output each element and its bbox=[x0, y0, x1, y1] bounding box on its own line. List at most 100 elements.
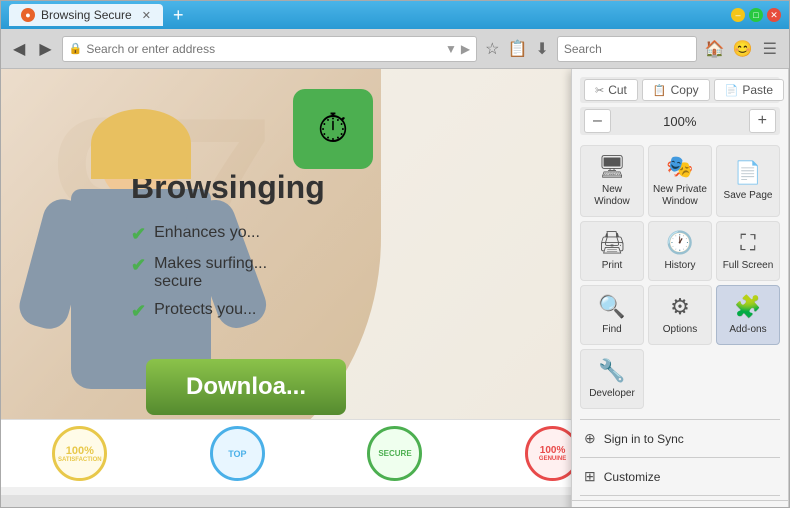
new-tab-btn[interactable]: + bbox=[173, 6, 184, 24]
zoom-bar: – 100% + bbox=[580, 107, 780, 135]
menu-item-new-window[interactable]: 🖥 New Window bbox=[580, 145, 644, 217]
navigation-bar: ◀ ▶ 🔒 ▼ ▶ ☆ 📋 ⬇ 🏠 😊 ☰ bbox=[1, 29, 789, 69]
print-icon: 🖨 bbox=[598, 230, 626, 256]
menu-divider-1 bbox=[580, 419, 780, 420]
check-icon-2: ✔ bbox=[131, 255, 146, 276]
zoom-out-btn[interactable]: – bbox=[584, 109, 611, 133]
feature-item-1: ✔ Enhances yo... bbox=[131, 224, 267, 245]
window-controls: – □ ✕ bbox=[731, 8, 781, 22]
badge-satisfaction: 100% SATISFACTION bbox=[47, 424, 112, 484]
menu-divider-3 bbox=[580, 495, 780, 496]
menu-footer: ? ⏻ bbox=[572, 500, 788, 507]
check-icon-1: ✔ bbox=[131, 224, 146, 245]
sync-icon: ⊕ bbox=[584, 430, 596, 447]
main-content: 97 ⏱ bbox=[1, 69, 789, 507]
check-icon-3: ✔ bbox=[131, 301, 146, 322]
full-screen-label: Full Screen bbox=[723, 260, 774, 272]
new-window-label: New Window bbox=[585, 184, 639, 208]
customize-icon: ⊞ bbox=[584, 468, 596, 485]
title-bar: ● Browsing Secure ✕ + – □ ✕ bbox=[1, 1, 789, 29]
customize-label: Customize bbox=[604, 470, 661, 484]
feature-text-3: Protects you... bbox=[154, 301, 256, 319]
toolbar-icons: ☆ 📋 ⬇ bbox=[483, 37, 551, 61]
features-list: ✔ Enhances yo... ✔ Makes surfing...secur… bbox=[131, 224, 267, 332]
close-btn[interactable]: ✕ bbox=[767, 8, 781, 22]
print-label: Print bbox=[602, 260, 623, 272]
zoom-value: 100% bbox=[663, 114, 696, 129]
feature-item-2: ✔ Makes surfing...secure bbox=[131, 255, 267, 291]
back-btn[interactable]: ◀ bbox=[9, 37, 29, 61]
address-bar[interactable]: 🔒 ▼ ▶ bbox=[62, 36, 478, 62]
feature-item-3: ✔ Protects you... bbox=[131, 301, 267, 322]
go-btn[interactable]: ▶ bbox=[461, 42, 470, 56]
cut-btn[interactable]: ✂ Cut bbox=[584, 79, 638, 101]
menu-grid: 🖥 New Window 🎭 New Private Window 📄 Save… bbox=[572, 139, 788, 415]
options-label: Options bbox=[663, 324, 697, 336]
new-window-icon: 🖥 bbox=[598, 154, 626, 180]
add-ons-icon: 🧩 bbox=[734, 294, 761, 320]
download-icon[interactable]: ⬇ bbox=[533, 37, 550, 61]
logo-icon: ⏱ bbox=[317, 107, 348, 152]
home-icon[interactable]: 🏠 bbox=[703, 37, 727, 61]
customize-link[interactable]: ⊞ Customize bbox=[572, 462, 788, 491]
browser-tab[interactable]: ● Browsing Secure ✕ bbox=[9, 4, 163, 26]
search-bar[interactable] bbox=[557, 36, 697, 62]
copy-btn[interactable]: 📋 Copy bbox=[642, 79, 710, 101]
history-icon: 🕐 bbox=[666, 230, 693, 256]
feature-text-1: Enhances yo... bbox=[154, 224, 260, 242]
tab-title: Browsing Secure bbox=[41, 8, 132, 22]
menu-item-new-private-window[interactable]: 🎭 New Private Window bbox=[648, 145, 712, 217]
download-btn[interactable]: Downloa... bbox=[146, 359, 346, 415]
maximize-btn[interactable]: □ bbox=[749, 8, 763, 22]
cut-icon: ✂ bbox=[595, 84, 604, 97]
hamburger-menu-btn[interactable]: ☰ bbox=[759, 37, 781, 61]
full-screen-icon: ⛶ bbox=[740, 230, 755, 256]
developer-icon: 🔧 bbox=[598, 358, 625, 384]
copy-icon: 📋 bbox=[653, 84, 667, 97]
paste-btn[interactable]: 📄 Paste bbox=[714, 79, 784, 101]
tab-close-btn[interactable]: ✕ bbox=[142, 9, 151, 22]
find-label: Find bbox=[602, 324, 621, 336]
clipboard-icon[interactable]: 📋 bbox=[505, 37, 529, 61]
browser-window: ● Browsing Secure ✕ + – □ ✕ ◀ ▶ 🔒 ▼ ▶ ☆ bbox=[0, 0, 790, 508]
save-page-label: Save Page bbox=[724, 190, 773, 202]
menu-item-history[interactable]: 🕐 History bbox=[648, 221, 712, 281]
search-input[interactable] bbox=[564, 42, 719, 56]
find-icon: 🔍 bbox=[598, 294, 625, 320]
menu-item-add-ons[interactable]: 🧩 Add-ons bbox=[716, 285, 780, 345]
paste-icon: 📄 bbox=[725, 84, 739, 97]
developer-label: Developer bbox=[589, 388, 635, 400]
new-private-window-icon: 🎭 bbox=[666, 154, 693, 180]
title-bar-left: ● Browsing Secure ✕ + bbox=[9, 4, 183, 26]
save-page-icon: 📄 bbox=[734, 160, 761, 186]
power-btn[interactable]: ⏻ bbox=[759, 505, 780, 507]
profile-icon[interactable]: 😊 bbox=[731, 37, 755, 61]
sign-in-link[interactable]: ⊕ Sign in to Sync bbox=[572, 424, 788, 453]
menu-item-full-screen[interactable]: ⛶ Full Screen bbox=[716, 221, 780, 281]
menu-item-options[interactable]: ⚙ Options bbox=[648, 285, 712, 345]
minimize-btn[interactable]: – bbox=[731, 8, 745, 22]
forward-btn[interactable]: ▶ bbox=[35, 37, 55, 61]
dropdown-icon[interactable]: ▼ bbox=[445, 42, 457, 56]
address-input[interactable] bbox=[86, 42, 441, 56]
feature-text-2: Makes surfing...secure bbox=[154, 255, 267, 291]
tab-favicon: ● bbox=[21, 8, 35, 22]
history-label: History bbox=[664, 260, 695, 272]
menu-item-find[interactable]: 🔍 Find bbox=[580, 285, 644, 345]
badge-secure: SECURE bbox=[362, 424, 427, 484]
new-private-window-label: New Private Window bbox=[653, 184, 707, 208]
firefox-menu: ✂ Cut 📋 Copy 📄 Paste – 100% + bbox=[571, 69, 789, 507]
add-ons-label: Add-ons bbox=[729, 324, 766, 336]
help-btn[interactable]: ? bbox=[738, 505, 755, 507]
right-toolbar-icons: 🏠 😊 ☰ bbox=[703, 37, 781, 61]
zoom-in-btn[interactable]: + bbox=[749, 109, 776, 133]
menu-item-developer[interactable]: 🔧 Developer bbox=[580, 349, 644, 409]
sign-in-label: Sign in to Sync bbox=[604, 432, 684, 446]
bookmark-icon[interactable]: ☆ bbox=[483, 37, 501, 61]
menu-divider-2 bbox=[580, 457, 780, 458]
menu-item-print[interactable]: 🖨 Print bbox=[580, 221, 644, 281]
menu-item-save-page[interactable]: 📄 Save Page bbox=[716, 145, 780, 217]
site-logo: ⏱ bbox=[293, 89, 373, 169]
edit-bar: ✂ Cut 📋 Copy 📄 Paste bbox=[580, 77, 780, 103]
edit-section: ✂ Cut 📋 Copy 📄 Paste – 100% + bbox=[572, 69, 788, 139]
